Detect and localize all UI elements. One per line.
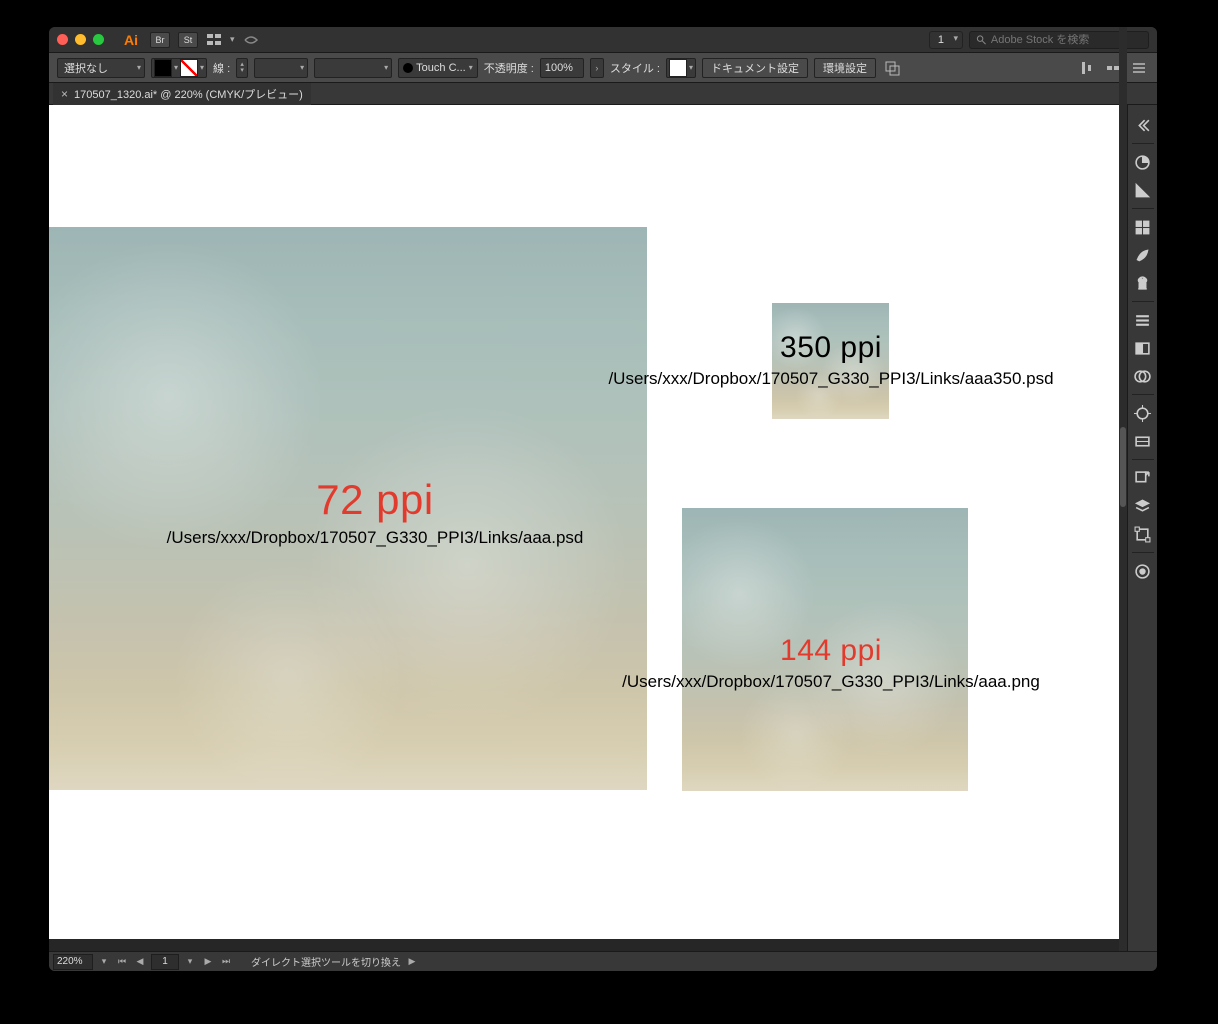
titlebar: Ai Br St ▾ 1: [49, 27, 1157, 53]
selection-indicator[interactable]: 選択なし: [57, 58, 145, 78]
path-label-350: /Users/xxx/Dropbox/170507_G330_PPI3/Link…: [576, 369, 1086, 389]
fill-swatch[interactable]: [154, 59, 172, 77]
arrange-icon[interactable]: [206, 32, 222, 48]
stroke-swatch[interactable]: [180, 59, 198, 77]
artboard-number[interactable]: [151, 954, 179, 970]
minimize-window[interactable]: [75, 34, 86, 45]
style-label: スタイル :: [610, 60, 660, 76]
preferences-button[interactable]: 環境設定: [814, 58, 876, 78]
document-tab[interactable]: × 170507_1320.ai* @ 220% (CMYK/プレビュー): [53, 83, 311, 105]
brush-select[interactable]: Touch C... ▾: [398, 58, 478, 78]
symbols-panel-icon[interactable]: [1128, 269, 1158, 297]
ppi-label-72: 72 ppi: [115, 476, 635, 524]
scrollbar-thumb[interactable]: [1120, 427, 1126, 507]
appearance-panel-icon[interactable]: [1128, 399, 1158, 427]
layers-panel-icon[interactable]: [1128, 492, 1158, 520]
stroke-weight[interactable]: [254, 58, 308, 78]
align-icon[interactable]: [1077, 58, 1097, 78]
profile-select[interactable]: [314, 58, 392, 78]
maximize-window[interactable]: [93, 34, 104, 45]
style-select[interactable]: ▾: [666, 58, 696, 78]
close-window[interactable]: [57, 34, 68, 45]
app-logo: Ai: [124, 32, 138, 48]
nav-next-icon[interactable]: ▶: [201, 955, 215, 969]
opacity-input[interactable]: [540, 58, 584, 78]
swatches-panel-icon[interactable]: [1128, 213, 1158, 241]
color-guide-icon[interactable]: [1128, 176, 1158, 204]
isolate-icon[interactable]: [882, 58, 902, 78]
statusbar: ▾ ⏮ ◀ ▾ ▶ ⏭ ダイレクト選択ツールを切り換え ▶: [49, 951, 1157, 971]
artboard-dropdown[interactable]: ▾: [183, 955, 197, 969]
transparency-panel-icon[interactable]: [1128, 362, 1158, 390]
stock-button[interactable]: St: [178, 32, 198, 48]
opacity-label: 不透明度 :: [484, 60, 534, 76]
app-window: Ai Br St ▾ 1 選択なし ▾ ▾ 線: [49, 27, 1157, 971]
close-tab-icon[interactable]: ×: [61, 87, 68, 101]
path-label-72: /Users/xxx/Dropbox/170507_G330_PPI3/Link…: [115, 528, 635, 548]
workspace-label: 1: [938, 34, 944, 46]
canvas-region[interactable]: 72 ppi /Users/xxx/Dropbox/170507_G330_PP…: [49, 105, 1127, 951]
links-panel-icon[interactable]: [1128, 464, 1158, 492]
opacity-flyout[interactable]: ›: [590, 58, 604, 78]
status-flyout-icon[interactable]: ▶: [405, 955, 419, 969]
artboard: 72 ppi /Users/xxx/Dropbox/170507_G330_PP…: [49, 105, 1119, 939]
fill-stroke-group: ▾ ▾: [151, 58, 207, 78]
path-label-144: /Users/xxx/Dropbox/170507_G330_PPI3/Link…: [576, 672, 1086, 692]
nav-prev-icon[interactable]: ◀: [133, 955, 147, 969]
window-controls: [57, 34, 104, 45]
gradient-panel-icon[interactable]: [1128, 334, 1158, 362]
document-setup-button[interactable]: ドキュメント設定: [702, 58, 808, 78]
ppi-label-350: 350 ppi: [576, 331, 1086, 365]
nav-first-icon[interactable]: ⏮: [115, 955, 129, 969]
controlbar: 選択なし ▾ ▾ 線 : ▴▾ Touch C... ▾ 不透明度 : › スタ…: [49, 53, 1157, 83]
panel-dock: [1127, 105, 1157, 951]
artboards-panel-icon[interactable]: [1128, 520, 1158, 548]
workspace-switcher[interactable]: 1: [929, 31, 963, 49]
libraries-panel-icon[interactable]: [1128, 557, 1158, 585]
document-tab-title: 170507_1320.ai* @ 220% (CMYK/プレビュー): [74, 86, 303, 102]
tabbar: × 170507_1320.ai* @ 220% (CMYK/プレビュー): [49, 83, 1157, 105]
brushes-panel-icon[interactable]: [1128, 241, 1158, 269]
color-panel-icon[interactable]: [1128, 148, 1158, 176]
stroke-label: 線 :: [213, 60, 230, 76]
zoom-input[interactable]: [53, 954, 93, 970]
stroke-panel-icon[interactable]: [1128, 306, 1158, 334]
nav-last-icon[interactable]: ⏭: [219, 955, 233, 969]
expand-panels-icon[interactable]: [1128, 111, 1158, 139]
zoom-dropdown[interactable]: ▾: [97, 955, 111, 969]
tool-hint: ダイレクト選択ツールを切り換え: [251, 954, 401, 969]
stroke-weight-stepper[interactable]: ▴▾: [236, 58, 248, 78]
vertical-scrollbar[interactable]: [1119, 27, 1127, 951]
panel-menu-icon[interactable]: [1129, 58, 1149, 78]
bridge-button[interactable]: Br: [150, 32, 170, 48]
main-area: 72 ppi /Users/xxx/Dropbox/170507_G330_PP…: [49, 105, 1157, 951]
graphic-styles-icon[interactable]: [1128, 427, 1158, 455]
gpu-preview-icon[interactable]: [243, 32, 259, 48]
search-icon: [976, 34, 987, 46]
ppi-label-144: 144 ppi: [576, 634, 1086, 668]
